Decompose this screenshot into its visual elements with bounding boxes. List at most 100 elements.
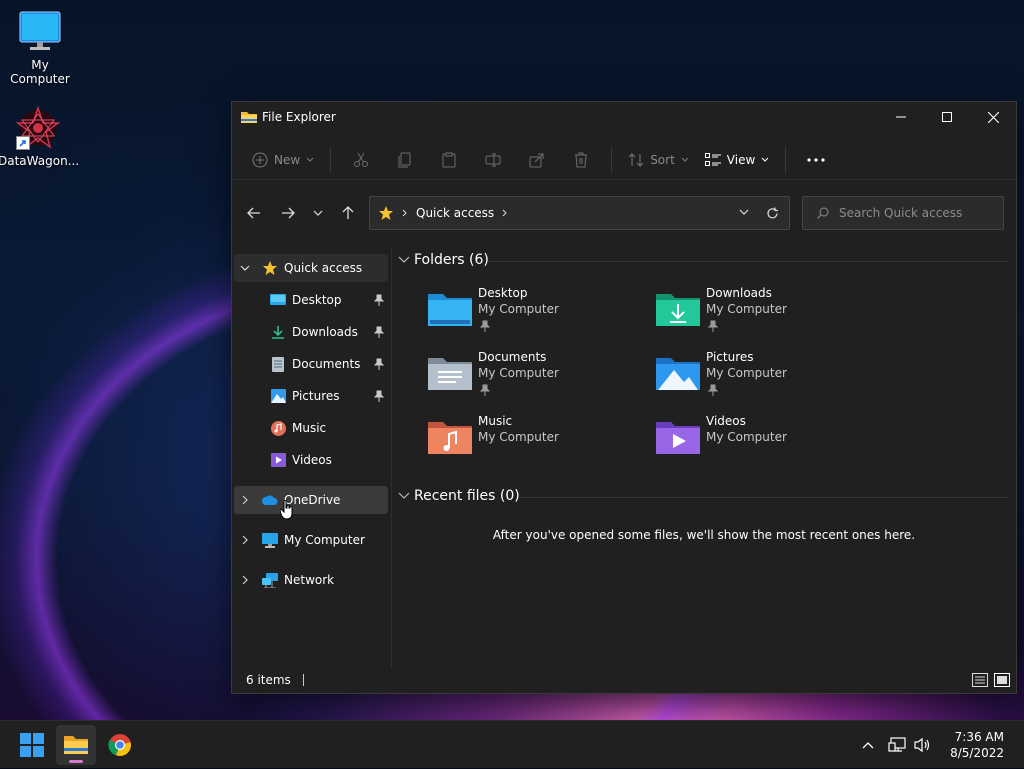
- navigation-pane: Quick access Desktop Downloads Documents…: [232, 248, 392, 668]
- status-bar: 6 items: [232, 667, 1016, 693]
- folder-tile-music[interactable]: Music My Computer: [428, 414, 648, 470]
- share-icon[interactable]: [523, 144, 551, 176]
- sidebar-item-label: Network: [284, 573, 335, 587]
- sort-button-label: Sort: [650, 152, 675, 167]
- refresh-icon[interactable]: [766, 207, 779, 220]
- sidebar-item-quick-access[interactable]: Quick access: [234, 254, 388, 282]
- folders-group-header[interactable]: Folders (6): [398, 252, 489, 268]
- desktop-icon-label: DataWagon...: [0, 154, 80, 168]
- pin-icon[interactable]: [373, 358, 385, 370]
- sidebar-item-music[interactable]: Music: [270, 414, 388, 442]
- show-hidden-icons-icon[interactable]: [862, 741, 874, 749]
- system-tray: 7:36 AM 8/5/2022: [862, 721, 1024, 769]
- videos-folder-icon: [656, 418, 700, 456]
- download-arrow-icon: [270, 324, 286, 340]
- pin-icon[interactable]: [373, 326, 385, 338]
- view-button-label: View: [726, 152, 756, 167]
- command-bar: New Sort View: [232, 140, 1016, 180]
- sidebar-item-videos[interactable]: Videos: [270, 446, 388, 474]
- desktop-icon-my-computer[interactable]: My Computer: [0, 10, 80, 86]
- view-list-icon: [704, 152, 721, 167]
- address-bar[interactable]: Quick access: [369, 196, 790, 230]
- group-divider: [520, 497, 1008, 498]
- videos-icon: [270, 452, 286, 468]
- sidebar-item-network[interactable]: Network: [234, 566, 388, 594]
- active-app-indicator: [69, 760, 83, 763]
- rename-icon[interactable]: [479, 144, 507, 176]
- address-dropdown-icon[interactable]: [739, 209, 749, 215]
- forward-button[interactable]: [274, 196, 302, 230]
- shortcut-arrow-icon: [16, 136, 30, 150]
- new-button-label: New: [274, 152, 301, 167]
- chevron-right-icon[interactable]: [238, 535, 252, 545]
- chrome-icon: [108, 733, 132, 757]
- taskbar-chrome[interactable]: [100, 725, 140, 765]
- title-bar[interactable]: File Explorer: [232, 102, 1016, 132]
- navigation-row: Quick access Search Quick access: [232, 196, 1016, 230]
- folder-name: Desktop: [478, 286, 528, 300]
- desktop-icon-datawagon[interactable]: DataWagon...: [0, 105, 80, 168]
- volume-icon[interactable]: [914, 737, 932, 753]
- folder-name: Pictures: [706, 350, 754, 364]
- delete-icon[interactable]: [567, 144, 595, 176]
- recent-locations-button[interactable]: [304, 196, 332, 230]
- document-icon: [270, 356, 286, 372]
- sort-button[interactable]: Sort: [620, 144, 697, 176]
- sidebar-item-label: Quick access: [284, 261, 363, 275]
- sidebar-item-desktop[interactable]: Desktop: [270, 286, 388, 314]
- start-button[interactable]: [12, 725, 52, 765]
- close-button[interactable]: [970, 102, 1016, 132]
- sidebar-item-pictures[interactable]: Pictures: [270, 382, 388, 410]
- details-view-icon[interactable]: [972, 673, 988, 687]
- folders-heading: Folders (6): [414, 252, 489, 268]
- clock-time: 7:36 AM: [954, 730, 1004, 744]
- chevron-right-icon[interactable]: [238, 575, 252, 585]
- clock[interactable]: 7:36 AM 8/5/2022: [950, 729, 1024, 761]
- breadcrumb-chevron-icon: [402, 209, 408, 217]
- documents-folder-icon: [428, 354, 472, 392]
- new-button[interactable]: New: [244, 144, 322, 176]
- cut-icon[interactable]: [347, 144, 375, 176]
- paste-icon[interactable]: [435, 144, 463, 176]
- sidebar-item-downloads[interactable]: Downloads: [270, 318, 388, 346]
- folder-tile-documents[interactable]: Documents My Computer: [428, 350, 648, 406]
- copy-icon[interactable]: [391, 144, 419, 176]
- clock-date: 8/5/2022: [950, 746, 1004, 760]
- chevron-down-icon[interactable]: [238, 265, 252, 271]
- plus-circle-icon: [252, 152, 268, 168]
- monitor-icon: [18, 10, 62, 54]
- breadcrumb-quick-access[interactable]: Quick access: [416, 206, 494, 220]
- sidebar-item-onedrive[interactable]: OneDrive: [234, 486, 388, 514]
- back-button[interactable]: [240, 196, 268, 230]
- sidebar-item-documents[interactable]: Documents: [270, 350, 388, 378]
- pin-icon: [707, 384, 719, 396]
- sidebar-item-my-computer[interactable]: My Computer: [234, 526, 388, 554]
- tiles-view-icon[interactable]: [994, 673, 1010, 687]
- folder-tile-desktop[interactable]: Desktop My Computer: [428, 286, 648, 342]
- folder-location: My Computer: [706, 430, 787, 444]
- pin-icon[interactable]: [373, 390, 385, 402]
- chevron-right-icon[interactable]: [238, 495, 252, 505]
- chevron-down-icon: [306, 157, 314, 163]
- network-status-icon[interactable]: [888, 737, 906, 753]
- folder-tile-downloads[interactable]: Downloads My Computer: [656, 286, 876, 342]
- network-icon: [262, 572, 278, 588]
- pin-icon[interactable]: [373, 294, 385, 306]
- view-button[interactable]: View: [697, 144, 777, 176]
- search-input[interactable]: Search Quick access: [802, 196, 1004, 230]
- minimize-button[interactable]: [878, 102, 924, 132]
- file-explorer-window: File Explorer New Sort View Quick access…: [231, 101, 1017, 694]
- folder-tile-pictures[interactable]: Pictures My Computer: [656, 350, 876, 406]
- window-title: File Explorer: [262, 110, 336, 124]
- taskbar-file-explorer[interactable]: [56, 725, 96, 765]
- folder-location: My Computer: [478, 302, 559, 316]
- breadcrumb-chevron-icon[interactable]: [502, 209, 508, 217]
- sidebar-item-label: Music: [292, 421, 327, 435]
- up-button[interactable]: [334, 196, 362, 230]
- maximize-button[interactable]: [924, 102, 970, 132]
- more-options-icon[interactable]: [802, 144, 830, 176]
- folder-tile-videos[interactable]: Videos My Computer: [656, 414, 876, 470]
- recent-files-group-header[interactable]: Recent files (0): [398, 488, 520, 504]
- folder-name: Downloads: [706, 286, 772, 300]
- folder-name: Videos: [706, 414, 746, 428]
